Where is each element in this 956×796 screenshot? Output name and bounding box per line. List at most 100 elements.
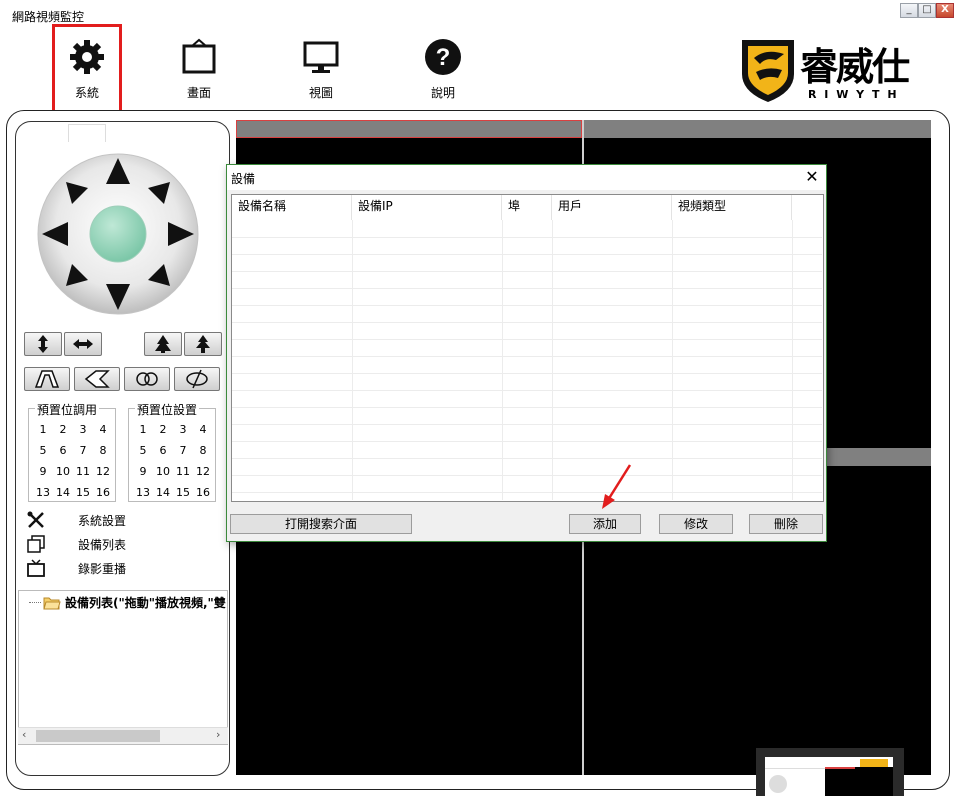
ptz-tab[interactable] [68, 124, 106, 142]
preset-set-item[interactable]: 14 [153, 482, 173, 503]
menu-playback[interactable]: 錄影重播 [26, 558, 216, 578]
column-header[interactable]: 設備名稱 [232, 195, 352, 220]
preset-call-item[interactable]: 6 [53, 440, 73, 461]
menu-device-list-label: 設備列表 [78, 537, 127, 552]
preset-call-item[interactable]: 3 [73, 419, 93, 440]
preset-call-item[interactable]: 10 [53, 461, 73, 482]
toolbar-view-button[interactable]: 視圖 [288, 35, 354, 107]
table-row[interactable] [232, 322, 822, 323]
device-table: 設備名稱 設備IP 埠 用戶 視頻類型 [231, 194, 824, 502]
dialog-close-icon[interactable]: ✕ [803, 168, 821, 186]
preset-call-item[interactable]: 9 [33, 461, 53, 482]
video-pane-1-header[interactable] [236, 120, 582, 138]
preset-set-item[interactable]: 13 [133, 482, 153, 503]
scroll-left-icon[interactable]: ‹ [22, 728, 26, 741]
minimize-button[interactable]: _ [900, 3, 918, 18]
preset-call-item[interactable]: 5 [33, 440, 53, 461]
table-row[interactable] [232, 288, 822, 289]
table-row[interactable] [232, 305, 822, 306]
menu-system-settings-label: 系統設置 [78, 513, 127, 528]
table-row[interactable] [232, 254, 822, 255]
table-header: 設備名稱 設備IP 埠 用戶 視頻類型 [232, 195, 823, 220]
preset-set-item[interactable]: 8 [193, 440, 213, 461]
device-tree: 設備列表("拖動"播放視頻,"雙 [18, 590, 228, 745]
preset-set-item[interactable]: 7 [173, 440, 193, 461]
scroll-right-icon[interactable]: › [216, 728, 220, 741]
preset-set-item[interactable]: 12 [193, 461, 213, 482]
table-row[interactable] [232, 441, 822, 442]
preset-set-item[interactable]: 15 [173, 482, 193, 503]
menu-playback-label: 錄影重播 [78, 561, 127, 576]
preset-set-item[interactable]: 16 [193, 482, 213, 503]
device-list-icon [26, 535, 46, 553]
table-row[interactable] [232, 356, 822, 357]
preset-set-item[interactable]: 6 [153, 440, 173, 461]
preset-call-item[interactable]: 16 [93, 482, 113, 503]
focus-far-button[interactable] [184, 332, 222, 356]
tilt-button[interactable] [24, 332, 62, 356]
toolbar-frame-button[interactable]: 畫面 [166, 35, 232, 107]
iris-open-button[interactable] [124, 367, 170, 391]
focus-near-button[interactable] [144, 332, 182, 356]
horizontal-arrows-icon [73, 339, 93, 349]
add-button[interactable]: 添加 [569, 514, 641, 534]
iris-close-button[interactable] [174, 367, 220, 391]
menu-device-list[interactable]: 設備列表 [26, 534, 216, 554]
preset-call-item[interactable]: 15 [73, 482, 93, 503]
preset-call-group: 預置位調用 1 2 3 4 5 6 7 8 9 10 11 12 13 14 1… [28, 401, 116, 503]
tree-hscrollbar[interactable]: ‹ › [18, 727, 228, 744]
preset-call-item[interactable]: 2 [53, 419, 73, 440]
preset-set-item[interactable]: 1 [133, 419, 153, 440]
preset-call-item[interactable]: 7 [73, 440, 93, 461]
help-icon: ? [425, 39, 461, 75]
preset-call-item[interactable]: 11 [73, 461, 93, 482]
highlight-box [52, 24, 122, 120]
menu-system-settings[interactable]: 系統設置 [26, 510, 216, 530]
ptz-control[interactable] [36, 152, 200, 316]
preset-call-item[interactable]: 13 [33, 482, 53, 503]
table-row[interactable] [232, 424, 822, 425]
close-button[interactable]: X [936, 3, 954, 18]
table-row[interactable] [232, 407, 822, 408]
preset-call-item[interactable]: 4 [93, 419, 113, 440]
table-row[interactable] [232, 339, 822, 340]
column-header[interactable]: 視頻類型 [672, 195, 792, 220]
table-row[interactable] [232, 237, 822, 238]
zoom-out-button[interactable] [74, 367, 120, 391]
preset-call-item[interactable]: 8 [93, 440, 113, 461]
preset-set-item[interactable]: 11 [173, 461, 193, 482]
table-row[interactable] [232, 390, 822, 391]
preset-call-item[interactable]: 1 [33, 419, 53, 440]
edit-button[interactable]: 修改 [659, 514, 733, 534]
column-header[interactable]: 設備IP [352, 195, 502, 220]
table-row[interactable] [232, 458, 822, 459]
preset-set-item[interactable]: 9 [133, 461, 153, 482]
maximize-button[interactable]: □ [918, 3, 936, 18]
preset-call-item[interactable]: 12 [93, 461, 113, 482]
zoom-in-button[interactable] [24, 367, 70, 391]
column-header[interactable]: 用戶 [552, 195, 672, 220]
preset-set-item[interactable]: 3 [173, 419, 193, 440]
ptz-center-button[interactable] [89, 205, 147, 263]
video-pane-2-header[interactable] [584, 120, 931, 138]
preset-set-item[interactable]: 10 [153, 461, 173, 482]
open-search-button[interactable]: 打開搜索介面 [230, 514, 412, 534]
scroll-thumb[interactable] [36, 730, 160, 742]
table-row[interactable] [232, 271, 822, 272]
table-row[interactable] [232, 373, 822, 374]
iris-close-icon [186, 369, 208, 389]
preset-set-item[interactable]: 5 [133, 440, 153, 461]
tree-root-item[interactable]: 設備列表("拖動"播放視頻,"雙 [29, 594, 226, 611]
thumbnail-ptz [769, 775, 787, 793]
preset-set-label: 預置位設置 [135, 401, 200, 418]
column-header[interactable]: 埠 [502, 195, 552, 220]
table-row[interactable] [232, 492, 822, 493]
preset-set-item[interactable]: 4 [193, 419, 213, 440]
preset-call-item[interactable]: 14 [53, 482, 73, 503]
tv-icon [26, 559, 46, 577]
table-row[interactable] [232, 475, 822, 476]
toolbar-help-button[interactable]: ? 說明 [410, 35, 476, 107]
preset-set-item[interactable]: 2 [153, 419, 173, 440]
pan-button[interactable] [64, 332, 102, 356]
delete-button[interactable]: 刪除 [749, 514, 823, 534]
